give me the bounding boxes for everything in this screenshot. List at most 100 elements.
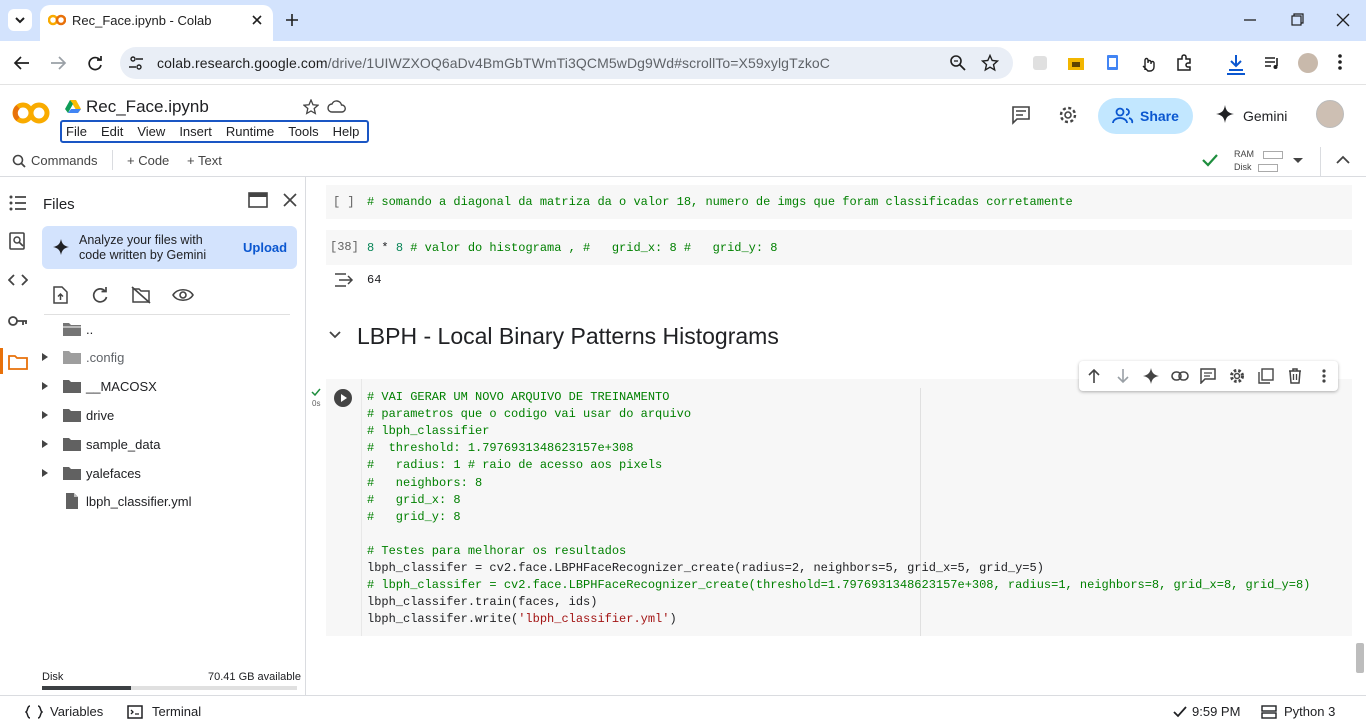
minimize-icon[interactable] xyxy=(1243,12,1257,28)
run-cell-button[interactable] xyxy=(333,388,353,408)
variables-button[interactable]: Variables xyxy=(50,704,103,719)
link-icon[interactable] xyxy=(1171,370,1189,382)
move-cell-up-icon[interactable] xyxy=(1087,368,1101,384)
tree-item-lbph-classifier[interactable]: lbph_classifier.yml xyxy=(0,489,300,513)
media-control-icon[interactable] xyxy=(1263,54,1281,72)
extension-folder-icon[interactable] xyxy=(1067,55,1085,71)
tab-close-icon[interactable] xyxy=(250,13,264,27)
hand-pointer-icon[interactable] xyxy=(1140,54,1156,72)
collapse-header-icon[interactable] xyxy=(1336,155,1350,165)
variables-braces-icon xyxy=(25,705,43,719)
gemini-button[interactable]: Gemini xyxy=(1243,108,1287,124)
cell-more-icon[interactable] xyxy=(1321,368,1327,384)
extension-gray-icon[interactable] xyxy=(1031,54,1049,72)
menu-help[interactable]: Help xyxy=(333,124,360,139)
gemini-cell-sparkle-icon[interactable] xyxy=(1143,368,1159,384)
terminal-button[interactable]: Terminal xyxy=(152,704,201,719)
close-panel-icon[interactable] xyxy=(283,193,297,207)
divider xyxy=(1320,147,1321,176)
expand-arrow-icon xyxy=(42,353,48,361)
tree-item-yalefaces[interactable]: yalefaces xyxy=(0,461,300,485)
user-avatar[interactable] xyxy=(1316,100,1344,128)
tree-item-label: .. xyxy=(86,322,94,337)
code-line: # Testes para melhorar os resultados xyxy=(367,544,627,558)
comments-icon[interactable] xyxy=(1011,105,1031,125)
add-code-button[interactable]: + Code xyxy=(127,153,169,168)
tree-item-drive[interactable]: drive xyxy=(0,403,300,427)
gemini-upload-button[interactable]: Upload xyxy=(243,240,287,255)
new-tab-icon[interactable] xyxy=(284,12,300,28)
divider xyxy=(44,314,290,315)
runtime-type[interactable]: Python 3 xyxy=(1284,704,1335,719)
terminal-icon xyxy=(127,705,143,719)
execution-check-icon xyxy=(1173,706,1187,718)
profile-avatar[interactable] xyxy=(1298,53,1318,73)
tree-item-parent[interactable]: .. xyxy=(0,317,300,341)
cell-exec-count[interactable]: [ ] xyxy=(333,195,355,209)
open-in-tab-icon[interactable] xyxy=(248,192,268,208)
tab-title: Rec_Face.ipynb - Colab xyxy=(72,13,212,28)
tab-search-button[interactable] xyxy=(8,9,32,31)
disk-available: 70.41 GB available xyxy=(208,671,301,683)
window-close-icon[interactable] xyxy=(1336,12,1350,28)
zoom-icon[interactable] xyxy=(949,54,967,72)
runtime-dropdown-icon[interactable] xyxy=(1292,157,1304,165)
cell-exec-count[interactable]: [38] xyxy=(330,240,359,254)
notebook-title[interactable]: Rec_Face.ipynb xyxy=(86,97,209,117)
collapse-section-icon[interactable] xyxy=(329,331,341,339)
restore-icon[interactable] xyxy=(1290,12,1304,28)
show-hidden-eye-icon[interactable] xyxy=(172,288,194,302)
share-button[interactable]: Share xyxy=(1098,98,1193,134)
commands-button[interactable]: Commands xyxy=(31,153,97,168)
gemini-sparkle-icon[interactable] xyxy=(1216,105,1234,123)
expand-arrow-icon xyxy=(42,411,48,419)
forward-icon[interactable] xyxy=(49,55,67,71)
menu-edit[interactable]: Edit xyxy=(101,124,123,139)
back-icon[interactable] xyxy=(13,55,31,71)
browser-menu-icon[interactable] xyxy=(1337,53,1343,71)
notebook-scrollbar[interactable] xyxy=(1356,643,1364,673)
site-info-icon[interactable] xyxy=(127,54,145,72)
folder-icon xyxy=(63,409,81,422)
move-cell-down-icon[interactable] xyxy=(1116,368,1130,384)
colab-logo[interactable] xyxy=(12,100,50,126)
menu-insert[interactable]: Insert xyxy=(179,124,212,139)
menu-runtime[interactable]: Runtime xyxy=(226,124,274,139)
cell-settings-gear-icon[interactable] xyxy=(1229,368,1245,384)
add-text-button[interactable]: + Text xyxy=(187,153,222,168)
output-toggle-icon[interactable] xyxy=(334,273,354,287)
google-drive-icon[interactable] xyxy=(65,99,81,113)
menu-file[interactable]: File xyxy=(66,124,87,139)
file-icon xyxy=(66,493,78,509)
tree-item-macosx[interactable]: __MACOSX xyxy=(0,374,300,398)
settings-gear-icon[interactable] xyxy=(1058,105,1078,125)
disk-usage-fill xyxy=(42,686,131,690)
refresh-icon[interactable] xyxy=(91,286,109,304)
extensions-puzzle-icon[interactable] xyxy=(1175,54,1193,72)
reload-icon[interactable] xyxy=(86,54,104,72)
star-notebook-icon[interactable] xyxy=(303,99,319,115)
tree-item-label: yalefaces xyxy=(86,466,141,481)
tree-item-config[interactable]: .config xyxy=(0,345,300,369)
divider xyxy=(112,150,113,170)
tree-item-sample-data[interactable]: sample_data xyxy=(0,432,300,456)
cell-code[interactable]: # somando a diagonal da matriza da o val… xyxy=(367,195,1073,209)
gemini-prompt-line2: code written by Gemini xyxy=(79,248,207,262)
comment-icon[interactable] xyxy=(1200,368,1216,384)
gemini-prompt-line1: Analyze your files with xyxy=(79,233,203,247)
upload-file-icon[interactable] xyxy=(52,286,68,304)
cell-code[interactable]: 8 * 8 # valor do histograma , # grid_x: … xyxy=(367,241,777,255)
url-text[interactable]: colab.research.google.com/drive/1UIWZXOQ… xyxy=(157,55,830,71)
gemini-sparkle-icon xyxy=(53,239,69,255)
bookmark-star-icon[interactable] xyxy=(981,54,999,72)
resource-monitor[interactable]: RAM Disk xyxy=(1234,148,1283,174)
extension-doc-icon[interactable] xyxy=(1104,54,1120,72)
execution-time[interactable]: 9:59 PM xyxy=(1192,704,1240,719)
code-line: # grid_x: 8 xyxy=(367,493,461,507)
delete-cell-icon[interactable] xyxy=(1287,368,1303,384)
download-icon[interactable] xyxy=(1227,53,1245,75)
menu-tools[interactable]: Tools xyxy=(288,124,318,139)
menu-view[interactable]: View xyxy=(137,124,165,139)
unmount-drive-icon[interactable] xyxy=(131,286,151,304)
mirror-cell-icon[interactable] xyxy=(1258,368,1274,384)
